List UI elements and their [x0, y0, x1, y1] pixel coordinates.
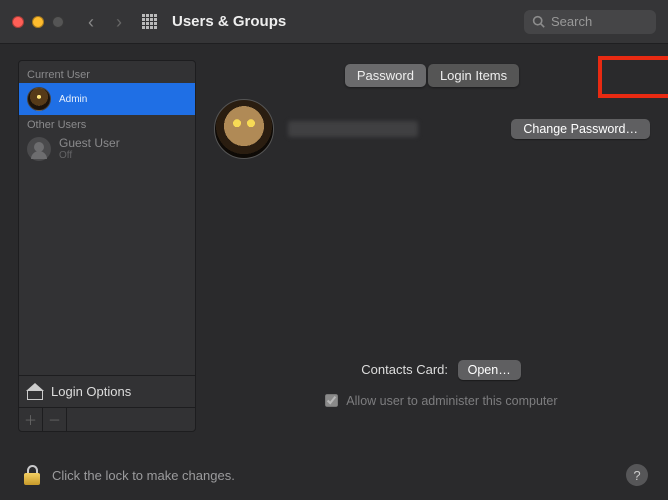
user-role: Admin [59, 94, 87, 105]
user-sidebar: Current User Admin Other Users Guest Use… [18, 60, 196, 432]
change-password-button[interactable]: Change Password… [511, 119, 650, 139]
help-button[interactable]: ? [626, 464, 648, 486]
sidebar-item-guest-user[interactable]: Guest User Off [19, 133, 195, 165]
home-icon [27, 385, 43, 399]
search-placeholder: Search [551, 14, 592, 29]
lock-icon[interactable] [22, 464, 42, 486]
tab-login-items[interactable]: Login Items [428, 64, 519, 87]
user-fullname-redacted [288, 121, 418, 137]
user-header: Change Password… [214, 99, 650, 159]
search-icon [532, 15, 545, 28]
window-title: Users & Groups [172, 13, 524, 30]
user-avatar-icon [27, 87, 51, 111]
guest-name: Guest User [59, 137, 120, 150]
login-options-button[interactable]: Login Options [19, 375, 195, 407]
user-avatar-large[interactable] [214, 99, 274, 159]
other-users-header: Other Users [19, 115, 195, 133]
login-options-label: Login Options [51, 384, 131, 399]
remove-user-button[interactable]: － [43, 408, 67, 431]
footer: Click the lock to make changes. ? [0, 450, 668, 500]
titlebar: ‹ › Users & Groups Search [0, 0, 668, 44]
guest-status: Off [59, 150, 120, 161]
tab-password[interactable]: Password [345, 64, 426, 87]
search-field[interactable]: Search [524, 10, 656, 34]
close-window-button[interactable] [12, 16, 24, 28]
open-contacts-button[interactable]: Open… [458, 360, 521, 380]
contacts-row: Contacts Card: Open… [214, 360, 668, 380]
admin-checkbox [325, 394, 338, 407]
minimize-window-button[interactable] [32, 16, 44, 28]
back-button[interactable]: ‹ [82, 13, 100, 31]
window-controls [12, 16, 64, 28]
sidebar-item-current-user[interactable]: Admin [19, 83, 195, 115]
add-remove-bar: ＋ － [19, 407, 195, 431]
contacts-label: Contacts Card: [361, 362, 448, 377]
guest-avatar-icon [27, 137, 51, 161]
admin-checkbox-label: Allow user to administer this computer [346, 394, 557, 408]
forward-button[interactable]: › [110, 13, 128, 31]
content: Current User Admin Other Users Guest Use… [0, 44, 668, 432]
add-user-button[interactable]: ＋ [19, 408, 43, 431]
current-user-header: Current User [19, 65, 195, 83]
tab-bar: Password Login Items [214, 64, 650, 87]
zoom-window-button [52, 16, 64, 28]
lock-text: Click the lock to make changes. [52, 468, 235, 483]
detail-pane: Password Login Items Change Password… Co… [196, 60, 650, 432]
nav-buttons: ‹ › [82, 13, 128, 31]
admin-checkbox-row: Allow user to administer this computer [214, 394, 668, 408]
show-all-icon[interactable] [142, 14, 158, 30]
